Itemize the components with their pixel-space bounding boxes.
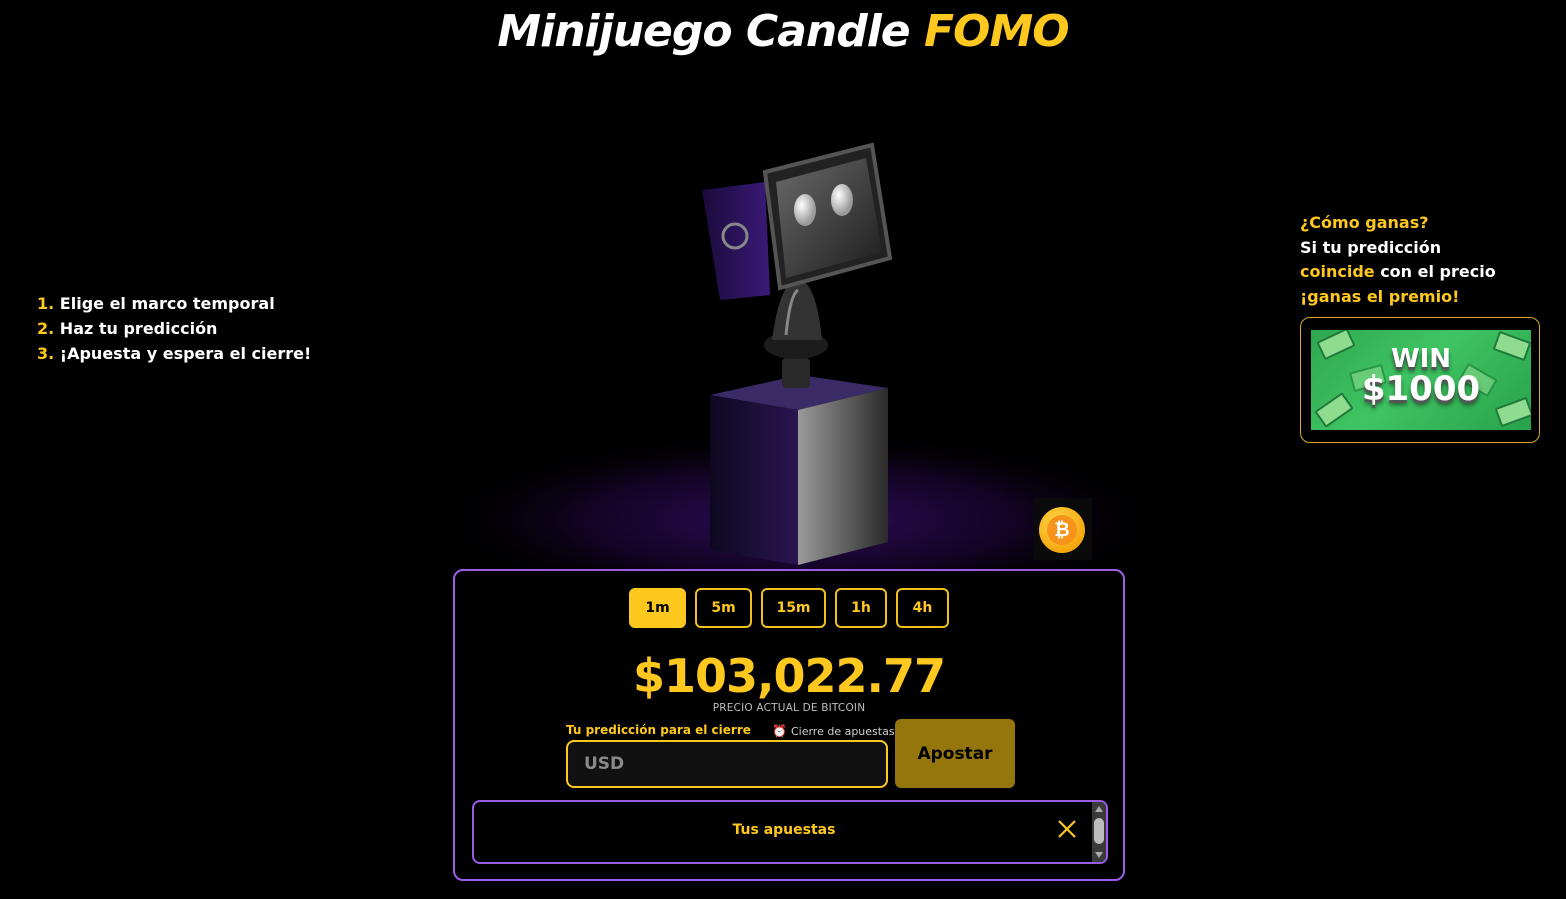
how-to-win-question: ¿Cómo ganas?	[1300, 213, 1429, 232]
scroll-thumb[interactable]	[1094, 818, 1104, 844]
scroll-down-icon[interactable]	[1095, 852, 1103, 858]
your-bets-title: Tus apuestas	[732, 822, 836, 838]
step-item: 1. Elige el marco temporal	[37, 294, 275, 313]
timeframe-5m[interactable]: 5m	[695, 588, 752, 628]
step-item: 3. ¡Apuesta y espera el cierre!	[37, 344, 312, 363]
bet-button[interactable]: Apostar	[895, 719, 1015, 788]
your-bets-panel: Tus apuestas	[472, 800, 1108, 864]
how-to-win-line2: coincide con el precio	[1300, 262, 1496, 281]
timeframe-4h[interactable]: 4h	[896, 588, 949, 628]
close-icon[interactable]	[1056, 818, 1078, 840]
alarm-clock-icon: ⏰	[772, 724, 787, 738]
timeframe-1m[interactable]: 1m	[629, 588, 686, 628]
current-price: $103,022.77	[632, 649, 946, 703]
how-to-win-prize: ¡ganas el premio!	[1300, 286, 1460, 306]
prediction-input[interactable]	[566, 740, 888, 788]
bet-panel: 1m 5m 15m 1h 4h $103,022.77 PRECIO ACTUA…	[453, 569, 1125, 881]
scroll-up-icon[interactable]	[1095, 806, 1103, 812]
bitcoin-icon: ₿	[1039, 507, 1085, 553]
timeframe-1h[interactable]: 1h	[835, 588, 887, 628]
prize-image: WIN $1000	[1311, 330, 1531, 430]
bet-close-label: ⏰ Cierre de apuestas	[772, 724, 895, 738]
bitcoin-badge: ₿	[1034, 498, 1092, 560]
prediction-label: Tu predicción para el cierre	[566, 723, 751, 737]
steps-list: 1. Elige el marco temporal 2. Haz tu pre…	[37, 291, 311, 366]
timeframe-selector: 1m 5m 15m 1h 4h	[455, 588, 1123, 628]
bets-scrollbar[interactable]	[1092, 802, 1106, 862]
timeframe-15m[interactable]: 15m	[761, 588, 826, 628]
prize-banner[interactable]: WIN $1000	[1300, 317, 1540, 443]
title-main: Minijuego Candle	[497, 6, 910, 57]
step-item: 2. Haz tu predicción	[37, 319, 218, 338]
current-price-label: PRECIO ACTUAL DE BITCOIN	[712, 702, 866, 714]
page-title: Minijuego Candle FOMO	[0, 6, 1566, 57]
title-accent: FOMO	[923, 6, 1070, 57]
prize-text: WIN $1000	[1361, 344, 1481, 409]
how-to-win-line1: Si tu predicción	[1300, 237, 1442, 257]
how-to-win: ¿Cómo ganas? Si tu predicción coincide c…	[1300, 211, 1496, 309]
